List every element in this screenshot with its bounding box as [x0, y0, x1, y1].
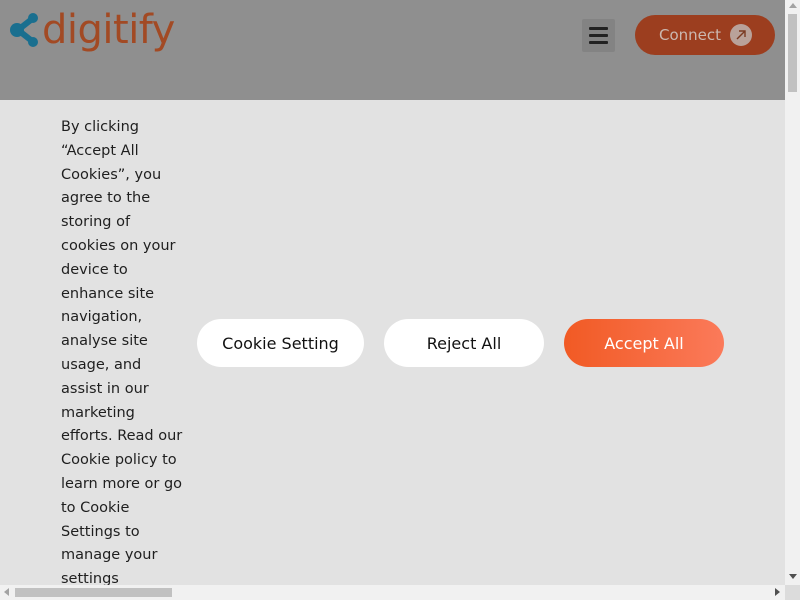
scroll-down-arrow-icon[interactable] — [789, 574, 797, 579]
logo[interactable]: digitify — [8, 8, 175, 52]
horizontal-scrollbar[interactable] — [0, 585, 785, 600]
hamburger-menu-icon — [589, 25, 608, 46]
connect-button[interactable]: Connect — [635, 15, 775, 55]
scroll-right-arrow-icon[interactable] — [775, 588, 780, 596]
logo-text: digitify — [42, 7, 175, 53]
connect-label: Connect — [659, 26, 722, 44]
cookie-message: By clicking “Accept All Cookies”, you ag… — [61, 119, 183, 588]
vertical-scroll-thumb[interactable] — [788, 14, 797, 92]
reject-all-button[interactable]: Reject All — [384, 319, 544, 367]
scrollbar-corner — [785, 585, 800, 600]
accept-all-button[interactable]: Accept All — [564, 319, 724, 367]
horizontal-scroll-thumb[interactable] — [15, 588, 172, 597]
logo-mark-icon — [10, 13, 38, 47]
arrow-up-right-icon — [730, 24, 752, 46]
vertical-scrollbar[interactable] — [785, 0, 800, 585]
menu-toggle-button[interactable] — [582, 19, 615, 52]
scroll-left-arrow-icon[interactable] — [4, 588, 9, 596]
site-header: digitify Connect — [0, 0, 785, 100]
cookie-settings-button[interactable]: Cookie Setting — [197, 319, 364, 367]
cookie-consent-banner: By clicking “Accept All Cookies”, you ag… — [0, 100, 785, 587]
scroll-up-arrow-icon[interactable] — [789, 3, 797, 8]
